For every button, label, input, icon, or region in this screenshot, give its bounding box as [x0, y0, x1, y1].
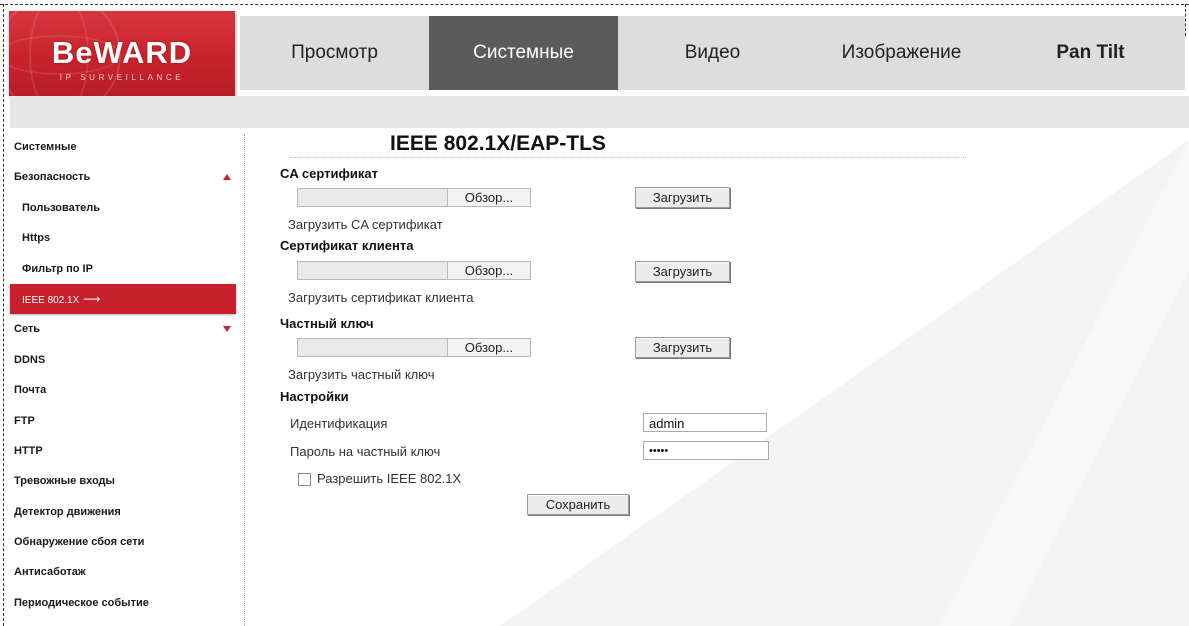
client-cert-hint: Загрузить сертификат клиента — [288, 290, 474, 305]
sidebar-item-label: Тревожные входы — [14, 475, 115, 488]
sidebar-item-label: Безопасность — [14, 171, 91, 184]
client-cert-heading: Сертификат клиента — [280, 238, 414, 253]
private-key-file-input[interactable]: Обзор... — [297, 338, 531, 357]
collapse-triangle-icon[interactable] — [223, 174, 231, 181]
sidebar-item-label: IEEE 802.1X — [22, 294, 80, 306]
arrow-right-icon: ⟶ — [83, 291, 101, 306]
sidebar-divider — [244, 134, 245, 626]
expand-triangle-icon[interactable] — [223, 326, 231, 333]
ca-cert-heading: CA сертификат — [280, 166, 378, 181]
private-key-hint: Загрузить частный ключ — [288, 367, 435, 382]
sidebar-item-ieee8021x[interactable]: IEEE 802.1X ⟶ — [10, 283, 236, 315]
sidebar-item-network-failure[interactable]: Обнаружение сбоя сети — [10, 527, 236, 557]
private-key-heading: Частный ключ — [280, 316, 374, 331]
page-frame-right — [1185, 4, 1186, 36]
sidebar-item-user[interactable]: Пользователь — [10, 193, 236, 223]
page-frame-top — [0, 4, 1189, 5]
page-title: IEEE 802.1X/EAP-TLS — [390, 132, 606, 155]
tab-view[interactable]: Просмотр — [240, 16, 429, 90]
beward-logo: BeWARD IP SURVEILLANCE — [9, 11, 235, 96]
enable-ieee8021x-label: Разрешить IEEE 802.1X — [317, 471, 462, 486]
private-key-browse-button[interactable]: Обзор... — [447, 339, 530, 356]
sidebar-item-security[interactable]: Безопасность — [10, 162, 236, 192]
sidebar-item-motion-detector[interactable]: Детектор движения — [10, 497, 236, 527]
private-key-password-input[interactable]: ••••• — [643, 441, 769, 460]
sidebar-item-label: Почта — [14, 384, 47, 397]
sidebar-item-http[interactable]: HTTP — [10, 436, 236, 466]
client-cert-upload-button[interactable]: Загрузить — [635, 261, 730, 282]
tab-pan-tilt[interactable]: Pan Tilt — [996, 16, 1185, 90]
sidebar-item-mail[interactable]: Почта — [10, 375, 236, 405]
sidebar-item-label: HTTP — [14, 444, 43, 457]
logo-text: BeWARD — [51, 35, 193, 70]
sidebar-item-periodic-event[interactable]: Периодическое событие — [10, 588, 236, 618]
client-cert-browse-button[interactable]: Обзор... — [447, 262, 530, 279]
tab-video[interactable]: Видео — [618, 16, 807, 90]
sidebar-item-label: Системные — [14, 141, 77, 153]
sidebar-item-label: FTP — [14, 414, 35, 427]
sidebar-item-system[interactable]: Системные — [10, 132, 236, 162]
sidebar-item-label: Сеть — [14, 323, 41, 336]
ca-cert-file-input[interactable]: Обзор... — [297, 188, 531, 207]
ca-cert-upload-button[interactable]: Загрузить — [635, 187, 730, 208]
sub-header-bar — [10, 96, 1189, 128]
sidebar: Системные Безопасность Пользователь Http… — [10, 132, 236, 618]
sidebar-item-label: Обнаружение сбоя сети — [14, 536, 145, 549]
sidebar-item-ftp[interactable]: FTP — [10, 406, 236, 436]
save-button[interactable]: Сохранить — [527, 494, 629, 515]
private-key-upload-button[interactable]: Загрузить — [635, 337, 730, 358]
client-cert-file-input[interactable]: Обзор... — [297, 261, 531, 280]
sidebar-item-ddns[interactable]: DDNS — [10, 345, 236, 375]
tab-system[interactable]: Системные — [429, 16, 618, 90]
sidebar-item-label: Пользователь — [22, 201, 101, 214]
sidebar-item-https[interactable]: Https — [10, 223, 236, 253]
sidebar-item-label: Фильтр по IP — [22, 262, 93, 275]
sidebar-item-ip-filter[interactable]: Фильтр по IP — [10, 254, 236, 284]
sidebar-item-tamper[interactable]: Антисаботаж — [10, 557, 236, 587]
top-navigation: Просмотр Системные Видео Изображение Pan… — [240, 16, 1185, 90]
title-divider — [290, 157, 966, 158]
sidebar-item-label: Https — [22, 232, 51, 245]
logo-subtitle: IP SURVEILLANCE — [59, 73, 185, 82]
sidebar-item-label: Антисаботаж — [14, 566, 86, 579]
ca-cert-hint: Загрузить CA сертификат — [288, 217, 443, 232]
sidebar-item-label: Детектор движения — [14, 505, 121, 518]
identity-input[interactable]: admin — [643, 413, 767, 432]
sidebar-item-label: Периодическое событие — [14, 596, 149, 609]
ca-cert-browse-button[interactable]: Обзор... — [447, 189, 530, 206]
sidebar-item-alarm-inputs[interactable]: Тревожные входы — [10, 466, 236, 496]
main-content: IEEE 802.1X/EAP-TLS CA сертификат Обзор.… — [250, 130, 1189, 626]
tab-image[interactable]: Изображение — [807, 16, 996, 90]
settings-heading: Настройки — [280, 389, 349, 404]
identity-label: Идентификация — [290, 416, 388, 431]
page-frame-left — [3, 4, 4, 626]
sidebar-item-network[interactable]: Сеть — [10, 314, 236, 344]
private-key-password-label: Пароль на частный ключ — [290, 444, 441, 459]
enable-ieee8021x-checkbox[interactable] — [298, 473, 311, 486]
sidebar-item-label: DDNS — [14, 353, 46, 366]
